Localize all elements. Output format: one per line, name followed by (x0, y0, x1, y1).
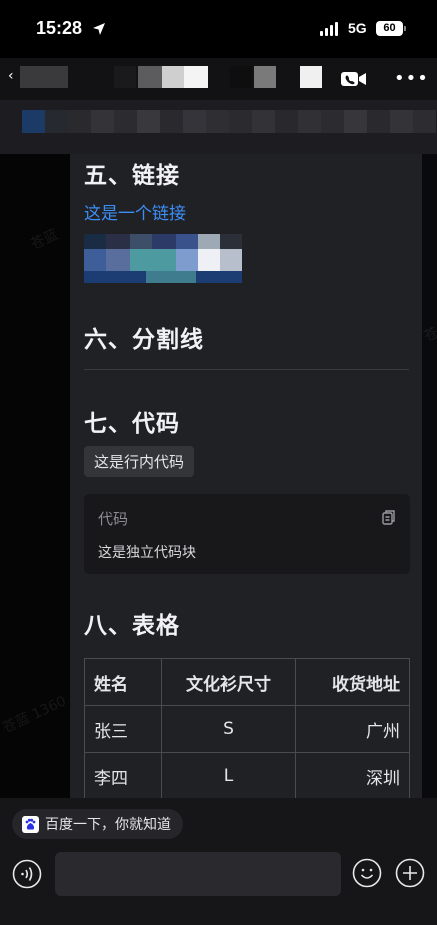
sample-link[interactable]: 这是一个链接 (84, 199, 186, 224)
status-time: 15:28 (36, 18, 83, 38)
table-header-cell: 姓名 (84, 658, 162, 706)
table-row: 李四 L 深圳 (84, 752, 410, 798)
more-icon[interactable]: ••• (394, 68, 429, 89)
code-block: 代码 这是独立代码块 (84, 494, 410, 574)
blurred-title (138, 66, 162, 88)
table-row: 张三 S 广州 (84, 705, 410, 753)
message-card: 五、链接 这是一个链接 六、分割线 七、代码 这是行内代码 代码 这是独立代码块… (70, 154, 422, 798)
voice-icon[interactable] (12, 859, 42, 893)
input-area: 百度一下，你就知道 (0, 798, 437, 925)
copy-icon[interactable] (380, 509, 396, 529)
blurred-title (184, 66, 208, 88)
chat-background: 苍蓝 苍蓝 1360 (0, 154, 70, 798)
section-heading-link: 五、链接 (84, 163, 180, 189)
table-cell: S (161, 705, 296, 753)
baidu-paw-icon (22, 815, 39, 833)
code-block-content: 这是独立代码块 (98, 545, 196, 561)
chat-background: 苍 (422, 154, 437, 798)
network-type: 5G (348, 20, 367, 36)
section-heading-code: 七、代码 (84, 411, 180, 437)
back-icon[interactable]: ‹ (8, 68, 14, 84)
blurred-title (230, 66, 252, 88)
inline-code: 这是行内代码 (84, 446, 195, 477)
suggestion-chip[interactable]: 百度一下，你就知道 (12, 809, 183, 839)
blurred-title (162, 66, 184, 88)
battery-indicator: 60 (376, 21, 406, 36)
blurred-pinned-bar (0, 100, 437, 154)
status-bar: 15:28 5G 60 (0, 0, 437, 58)
video-call-icon[interactable] (340, 70, 368, 92)
blurred-image[interactable] (84, 234, 242, 283)
location-arrow-icon (92, 21, 106, 40)
table-cell: 深圳 (295, 752, 410, 798)
blurred-content (22, 110, 436, 133)
cellular-signal-icon (320, 22, 338, 36)
blurred-title (20, 66, 68, 88)
watermark: 苍蓝 (28, 226, 61, 254)
plus-icon[interactable] (395, 858, 425, 892)
watermark: 苍 (421, 324, 437, 346)
blurred-title (114, 66, 136, 88)
section-heading-table: 八、表格 (84, 613, 180, 639)
data-table: 姓名 文化衫尺寸 收货地址 张三 S 广州 李四 L 深圳 (84, 658, 410, 798)
table-header-cell: 文化衫尺寸 (161, 658, 296, 706)
chat-header: ‹ ••• (0, 58, 437, 100)
table-cell: 广州 (295, 705, 410, 753)
table-header-row: 姓名 文化衫尺寸 收货地址 (84, 658, 410, 706)
blurred-title (254, 66, 276, 88)
watermark: 苍蓝 1360 (0, 693, 69, 737)
divider-line (84, 369, 409, 370)
table-cell: L (161, 752, 296, 798)
code-block-label: 代码 (98, 510, 129, 528)
emoji-icon[interactable] (352, 858, 382, 892)
suggestion-chip-label: 百度一下，你就知道 (45, 817, 171, 833)
section-heading-divider: 六、分割线 (84, 327, 204, 353)
table-cell: 张三 (84, 705, 162, 753)
blurred-title (300, 66, 322, 88)
table-header-cell: 收货地址 (295, 658, 410, 706)
message-input[interactable] (55, 852, 341, 896)
table-cell: 李四 (84, 752, 162, 798)
